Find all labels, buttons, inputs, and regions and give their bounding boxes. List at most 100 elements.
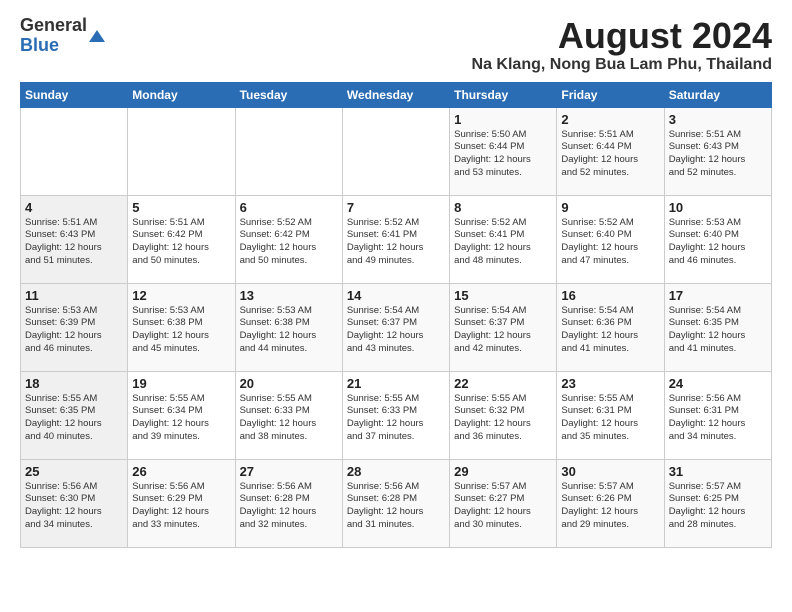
day-number: 12 [132,288,230,303]
day-number: 16 [561,288,659,303]
calendar-cell: 24 Sunrise: 5:56 AM Sunset: 6:31 PM Dayli… [664,371,771,459]
day-number: 21 [347,376,445,391]
calendar-cell [342,107,449,195]
cell-info: Sunrise: 5:53 AM Sunset: 6:38 PM Dayligh… [240,305,338,356]
cell-info: Sunrise: 5:54 AM Sunset: 6:37 PM Dayligh… [347,305,445,356]
day-number: 1 [454,112,552,127]
calendar-day-header: Saturday [664,82,771,107]
calendar-cell: 4 Sunrise: 5:51 AM Sunset: 6:43 PM Daylig… [21,195,128,283]
day-number: 13 [240,288,338,303]
day-number: 27 [240,464,338,479]
calendar-table: SundayMondayTuesdayWednesdayThursdayFrid… [20,82,772,548]
calendar-cell: 5Sunrise: 5:51 AM Sunset: 6:42 PM Daylig… [128,195,235,283]
day-number: 18 [25,376,123,391]
calendar-cell: 31 Sunrise: 5:57 AM Sunset: 6:25 PM Dayli… [664,459,771,547]
cell-info: Sunrise: 5:51 AM Sunset: 6:43 PM Dayligh… [25,217,123,268]
cell-info: Sunrise: 5:55 AM Sunset: 6:32 PM Dayligh… [454,393,552,444]
calendar-week-row: 4 Sunrise: 5:51 AM Sunset: 6:43 PM Daylig… [21,195,772,283]
calendar-day-header: Thursday [450,82,557,107]
cell-info: Sunrise: 5:53 AM Sunset: 6:39 PM Dayligh… [25,305,123,356]
calendar-week-row: 1 Sunrise: 5:50 AM Sunset: 6:44 PM Daylig… [21,107,772,195]
cell-info: Sunrise: 5:51 AM Sunset: 6:43 PM Dayligh… [669,129,767,180]
logo: GeneralBlue [20,16,87,56]
cell-info: Sunrise: 5:52 AM Sunset: 6:41 PM Dayligh… [454,217,552,268]
calendar-day-header: Friday [557,82,664,107]
calendar-cell [128,107,235,195]
cell-info: Sunrise: 5:55 AM Sunset: 6:31 PM Dayligh… [561,393,659,444]
cell-info: Sunrise: 5:50 AM Sunset: 6:44 PM Dayligh… [454,129,552,180]
day-number: 7 [347,200,445,215]
day-number: 24 [669,376,767,391]
calendar-week-row: 11 Sunrise: 5:53 AM Sunset: 6:39 PM Dayli… [21,283,772,371]
cell-info: Sunrise: 5:57 AM Sunset: 6:27 PM Dayligh… [454,481,552,532]
cell-info: Sunrise: 5:55 AM Sunset: 6:33 PM Dayligh… [347,393,445,444]
calendar-day-header: Sunday [21,82,128,107]
calendar-cell: 7 Sunrise: 5:52 AM Sunset: 6:41 PM Daylig… [342,195,449,283]
calendar-day-header: Monday [128,82,235,107]
cell-info: Sunrise: 5:52 AM Sunset: 6:42 PM Dayligh… [240,217,338,268]
calendar-cell: 19 Sunrise: 5:55 AM Sunset: 6:34 PM Dayli… [128,371,235,459]
cell-info: Sunrise: 5:51 AM Sunset: 6:44 PM Dayligh… [561,129,659,180]
calendar-cell: 30 Sunrise: 5:57 AM Sunset: 6:26 PM Dayli… [557,459,664,547]
calendar-cell: 28Sunrise: 5:56 AM Sunset: 6:28 PM Dayli… [342,459,449,547]
calendar-cell: 15Sunrise: 5:54 AM Sunset: 6:37 PM Dayli… [450,283,557,371]
day-number: 28 [347,464,445,479]
cell-info: Sunrise: 5:54 AM Sunset: 6:35 PM Dayligh… [669,305,767,356]
calendar-cell [21,107,128,195]
calendar-day-header: Tuesday [235,82,342,107]
calendar-cell: 18Sunrise: 5:55 AM Sunset: 6:35 PM Dayli… [21,371,128,459]
calendar-cell: 6 Sunrise: 5:52 AM Sunset: 6:42 PM Daylig… [235,195,342,283]
calendar-cell: 20 Sunrise: 5:55 AM Sunset: 6:33 PM Dayli… [235,371,342,459]
calendar-cell: 23 Sunrise: 5:55 AM Sunset: 6:31 PM Dayli… [557,371,664,459]
day-number: 23 [561,376,659,391]
day-number: 3 [669,112,767,127]
calendar-cell: 12 Sunrise: 5:53 AM Sunset: 6:38 PM Dayli… [128,283,235,371]
cell-info: Sunrise: 5:57 AM Sunset: 6:26 PM Dayligh… [561,481,659,532]
day-number: 11 [25,288,123,303]
calendar-cell: 25 Sunrise: 5:56 AM Sunset: 6:30 PM Dayli… [21,459,128,547]
cell-info: Sunrise: 5:53 AM Sunset: 6:40 PM Dayligh… [669,217,767,268]
day-number: 17 [669,288,767,303]
cell-info: Sunrise: 5:55 AM Sunset: 6:34 PM Dayligh… [132,393,230,444]
cell-info: Sunrise: 5:51 AM Sunset: 6:42 PM Dayligh… [132,217,230,268]
cell-info: Sunrise: 5:56 AM Sunset: 6:30 PM Dayligh… [25,481,123,532]
calendar-cell: 9 Sunrise: 5:52 AM Sunset: 6:40 PM Daylig… [557,195,664,283]
day-number: 10 [669,200,767,215]
cell-info: Sunrise: 5:57 AM Sunset: 6:25 PM Dayligh… [669,481,767,532]
calendar-cell: 10 Sunrise: 5:53 AM Sunset: 6:40 PM Dayli… [664,195,771,283]
calendar-cell: 26Sunrise: 5:56 AM Sunset: 6:29 PM Dayli… [128,459,235,547]
cell-info: Sunrise: 5:54 AM Sunset: 6:36 PM Dayligh… [561,305,659,356]
calendar-cell: 22 Sunrise: 5:55 AM Sunset: 6:32 PM Dayli… [450,371,557,459]
cell-info: Sunrise: 5:56 AM Sunset: 6:31 PM Dayligh… [669,393,767,444]
day-number: 6 [240,200,338,215]
calendar-cell: 2Sunrise: 5:51 AM Sunset: 6:44 PM Daylig… [557,107,664,195]
calendar-cell: 3 Sunrise: 5:51 AM Sunset: 6:43 PM Daylig… [664,107,771,195]
calendar-week-row: 18Sunrise: 5:55 AM Sunset: 6:35 PM Dayli… [21,371,772,459]
month-title: August 2024 [472,16,772,56]
day-number: 19 [132,376,230,391]
cell-info: Sunrise: 5:55 AM Sunset: 6:33 PM Dayligh… [240,393,338,444]
day-number: 31 [669,464,767,479]
day-number: 9 [561,200,659,215]
day-number: 25 [25,464,123,479]
cell-info: Sunrise: 5:52 AM Sunset: 6:40 PM Dayligh… [561,217,659,268]
page-header: GeneralBlue August 2024 Na Klang, Nong B… [20,16,772,74]
cell-info: Sunrise: 5:56 AM Sunset: 6:29 PM Dayligh… [132,481,230,532]
day-number: 29 [454,464,552,479]
day-number: 14 [347,288,445,303]
calendar-cell: 8 Sunrise: 5:52 AM Sunset: 6:41 PM Daylig… [450,195,557,283]
logo: GeneralBlue [20,16,105,56]
calendar-cell: 1 Sunrise: 5:50 AM Sunset: 6:44 PM Daylig… [450,107,557,195]
title-block: August 2024 Na Klang, Nong Bua Lam Phu, … [472,16,772,74]
day-number: 30 [561,464,659,479]
calendar-cell: 27 Sunrise: 5:56 AM Sunset: 6:28 PM Dayli… [235,459,342,547]
cell-info: Sunrise: 5:53 AM Sunset: 6:38 PM Dayligh… [132,305,230,356]
day-number: 8 [454,200,552,215]
calendar-cell: 21 Sunrise: 5:55 AM Sunset: 6:33 PM Dayli… [342,371,449,459]
cell-info: Sunrise: 5:56 AM Sunset: 6:28 PM Dayligh… [240,481,338,532]
calendar-week-row: 25 Sunrise: 5:56 AM Sunset: 6:30 PM Dayli… [21,459,772,547]
day-number: 20 [240,376,338,391]
cell-info: Sunrise: 5:52 AM Sunset: 6:41 PM Dayligh… [347,217,445,268]
day-number: 22 [454,376,552,391]
day-number: 4 [25,200,123,215]
